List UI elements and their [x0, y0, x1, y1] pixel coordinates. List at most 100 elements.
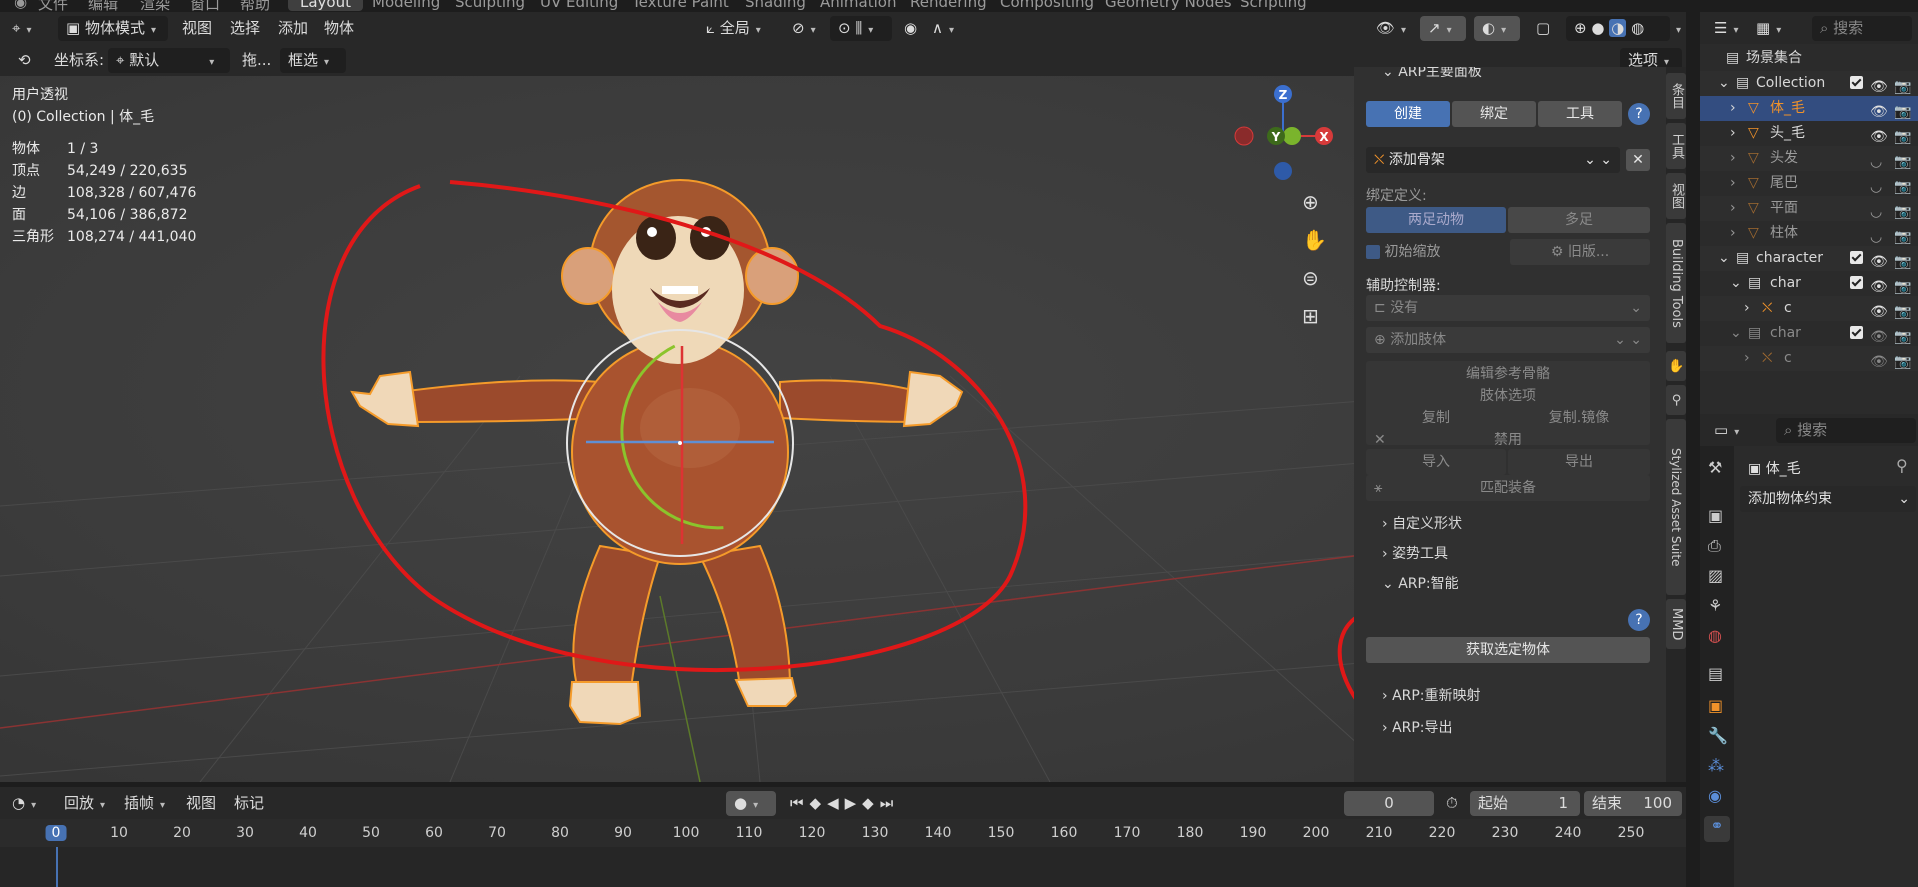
biped-button[interactable]: 两足动物 [1366, 207, 1506, 233]
coord-select[interactable]: ⌖ 默认 ▾ [108, 48, 230, 73]
rendered-shading-icon[interactable]: ◍ [1631, 19, 1644, 37]
tab-item[interactable]: 条目 [1666, 73, 1686, 119]
tab-compositing[interactable]: Compositing [1000, 0, 1094, 11]
properties-search[interactable]: ⌕ 搜索 [1776, 418, 1916, 443]
tree-item-mesh[interactable]: › ▽ 头_毛 👁 📷 [1700, 121, 1918, 146]
wireframe-shading-icon[interactable]: ⊕ [1574, 19, 1587, 37]
camera-icon[interactable]: ⊜ [1302, 266, 1319, 290]
menu-file[interactable]: 文件 [38, 0, 68, 12]
exclude-checkbox[interactable] [1850, 276, 1863, 289]
shading-options-chevron[interactable]: ▾ [1670, 16, 1681, 40]
legacy-button[interactable]: ⚙ 旧版... [1510, 239, 1650, 265]
timer-icon[interactable]: ⏱ [1446, 791, 1458, 815]
arp-smart-section[interactable]: ⌄ ARP:智能 [1382, 573, 1459, 593]
monkey-model[interactable] [350, 179, 964, 726]
timeline-view-menu[interactable]: 视图 [186, 791, 216, 815]
collection-tab-icon[interactable]: ▤ [1708, 664, 1723, 683]
menu-object[interactable]: 物体 [324, 16, 354, 40]
properties-editor-icon[interactable]: ▭ ▾ [1714, 418, 1739, 442]
tab-texture-paint[interactable]: Texture Paint [632, 0, 729, 11]
playback-menu[interactable]: 回放 ▾ [64, 791, 105, 815]
view-layer-tab-icon[interactable]: ▨ [1708, 566, 1723, 585]
render-camera-icon[interactable]: 📷 [1894, 350, 1911, 375]
constraints-tab-icon[interactable]: ⚭ [1704, 816, 1730, 842]
timeline-ruler[interactable]: 0 10 20 30 40 50 60 70 80 90 100 110 120 130 140 150 160… [0, 819, 1686, 847]
timeline-body[interactable] [0, 847, 1686, 887]
play-icon[interactable]: ▶ [845, 794, 863, 812]
helper-controller-dropdown[interactable]: ⊏ 没有 ⌄ [1366, 295, 1650, 321]
tree-item-mesh[interactable]: › ▽ 平面 ◡ 📷 [1700, 196, 1918, 221]
expand-chevron-icon[interactable]: › [1730, 146, 1736, 171]
particles-tab-icon[interactable]: ⁂ [1708, 756, 1724, 775]
menu-select[interactable]: 选择 [230, 16, 260, 40]
tab-tools[interactable]: 工具 [1538, 101, 1622, 127]
scene-tab-icon[interactable]: ⚘ [1708, 596, 1722, 615]
tab-create[interactable]: 创建 [1366, 101, 1450, 127]
tree-item-scene-collection[interactable]: ▤ 场景集合 [1700, 46, 1918, 71]
menu-edit[interactable]: 编辑 [88, 0, 118, 12]
tab-animation[interactable]: Animation [820, 0, 896, 11]
zoom-icon[interactable]: ⊕ [1302, 190, 1319, 214]
tab-building-tools[interactable]: Building Tools [1666, 223, 1686, 343]
tree-item-mesh[interactable]: › ▽ 柱体 ◡ 📷 [1700, 221, 1918, 246]
next-keyframe-icon[interactable]: ◆ [862, 794, 880, 812]
expand-chevron-icon[interactable]: › [1730, 96, 1736, 121]
ortho-grid-icon[interactable]: ⊞ [1302, 304, 1319, 328]
tree-item-armature[interactable]: › ⛌ c 👁 📷 [1700, 346, 1918, 371]
output-tab-icon[interactable]: ⎙ [1708, 536, 1721, 556]
expand-chevron-icon[interactable]: ⌄ [1718, 246, 1730, 271]
tab-geometry-nodes[interactable]: Geometry Nodes [1105, 0, 1232, 11]
arp-export-section[interactable]: › ARP:导出 [1382, 717, 1453, 737]
exclude-checkbox[interactable] [1850, 326, 1863, 339]
expand-chevron-icon[interactable]: ⌄ [1730, 271, 1742, 296]
overlay-toggle[interactable]: ◐ ▾ [1474, 16, 1520, 41]
expand-chevron-icon[interactable]: › [1744, 296, 1750, 321]
menu-window[interactable]: 窗口 [190, 0, 220, 12]
expand-chevron-icon[interactable]: › [1730, 196, 1736, 221]
init-scale-checkbox[interactable]: 初始缩放 [1366, 241, 1440, 261]
pan-hand-icon[interactable]: ✋ [1302, 228, 1327, 252]
menu-add[interactable]: 添加 [278, 16, 308, 40]
xray-icon[interactable]: ▢ [1536, 16, 1550, 40]
solid-shading-icon[interactable]: ● [1591, 19, 1604, 37]
select-mode-dropdown[interactable]: 框选 ▾ [280, 48, 346, 73]
expand-chevron-icon[interactable]: ⌄ [1718, 71, 1730, 96]
render-tab-icon[interactable]: ▣ [1708, 506, 1723, 525]
tab-sculpting[interactable]: Sculpting [455, 0, 525, 11]
tab-layout[interactable]: Layout [288, 0, 363, 11]
shading-modes[interactable]: ⊕ ● ◑ ◍ [1566, 16, 1670, 41]
tree-item-mesh[interactable]: › ▽ 头发 ◡ 📷 [1700, 146, 1918, 171]
expand-chevron-icon[interactable]: ⌄ [1730, 321, 1742, 346]
pin-icon[interactable]: ⚲ [1896, 456, 1908, 475]
expand-chevron-icon[interactable]: › [1730, 121, 1736, 146]
add-object-constraint-dropdown[interactable]: 添加物体约束 ⌄ [1740, 486, 1916, 512]
material-shading-icon[interactable]: ◑ [1609, 19, 1627, 37]
tree-item-collection[interactable]: ⌄ ▤ Collection 👁 📷 [1700, 71, 1918, 96]
tree-item-collection[interactable]: ⌄ ▤ char 👁 📷 [1700, 321, 1918, 346]
tab-view[interactable]: 视图 [1666, 173, 1686, 219]
eye-icon[interactable]: 👁 [1870, 350, 1888, 375]
tab-stylized-asset-suite[interactable]: Stylized Asset Suite [1666, 419, 1686, 595]
expand-chevron-icon[interactable]: › [1744, 346, 1750, 371]
tree-item-collection[interactable]: ⌄ ▤ character 👁 📷 [1700, 246, 1918, 271]
keying-menu[interactable]: 插帧 ▾ [124, 791, 165, 815]
visibility-icon[interactable]: 👁 ▾ [1376, 16, 1406, 40]
modifier-tab-icon[interactable]: 🔧 [1708, 726, 1728, 745]
current-frame-field[interactable]: 0 [1344, 791, 1434, 816]
object-tab-icon[interactable]: ▣ [1708, 696, 1723, 715]
arp-main-panel-header[interactable]: ⌄ ARP主要面板 [1382, 67, 1482, 81]
marker-menu[interactable]: 标记 [234, 791, 264, 815]
start-frame-field[interactable]: 起始 1 [1470, 791, 1580, 816]
play-reverse-icon[interactable]: ◀ [827, 794, 845, 812]
expand-chevron-icon[interactable]: › [1730, 171, 1736, 196]
world-tab-icon[interactable]: ◍ [1708, 626, 1722, 645]
auto-keying-toggle[interactable]: ● ▾ [726, 791, 776, 816]
help-icon[interactable]: ? [1628, 103, 1650, 125]
tree-item-mesh[interactable]: › ▽ 尾巴 ◡ 📷 [1700, 171, 1918, 196]
timeline-editor-icon[interactable]: ◔ ▾ [12, 791, 36, 815]
transform-orientation[interactable]: ⟀ 全局 ▾ [706, 16, 761, 40]
tab-tool[interactable]: 工具 [1666, 123, 1686, 169]
snap-toggle[interactable]: ⊙ ⫼ ▾ [830, 16, 892, 41]
end-frame-field[interactable]: 结束 100 [1584, 791, 1682, 816]
custom-shapes-section[interactable]: › 自定义形状 [1382, 513, 1462, 533]
